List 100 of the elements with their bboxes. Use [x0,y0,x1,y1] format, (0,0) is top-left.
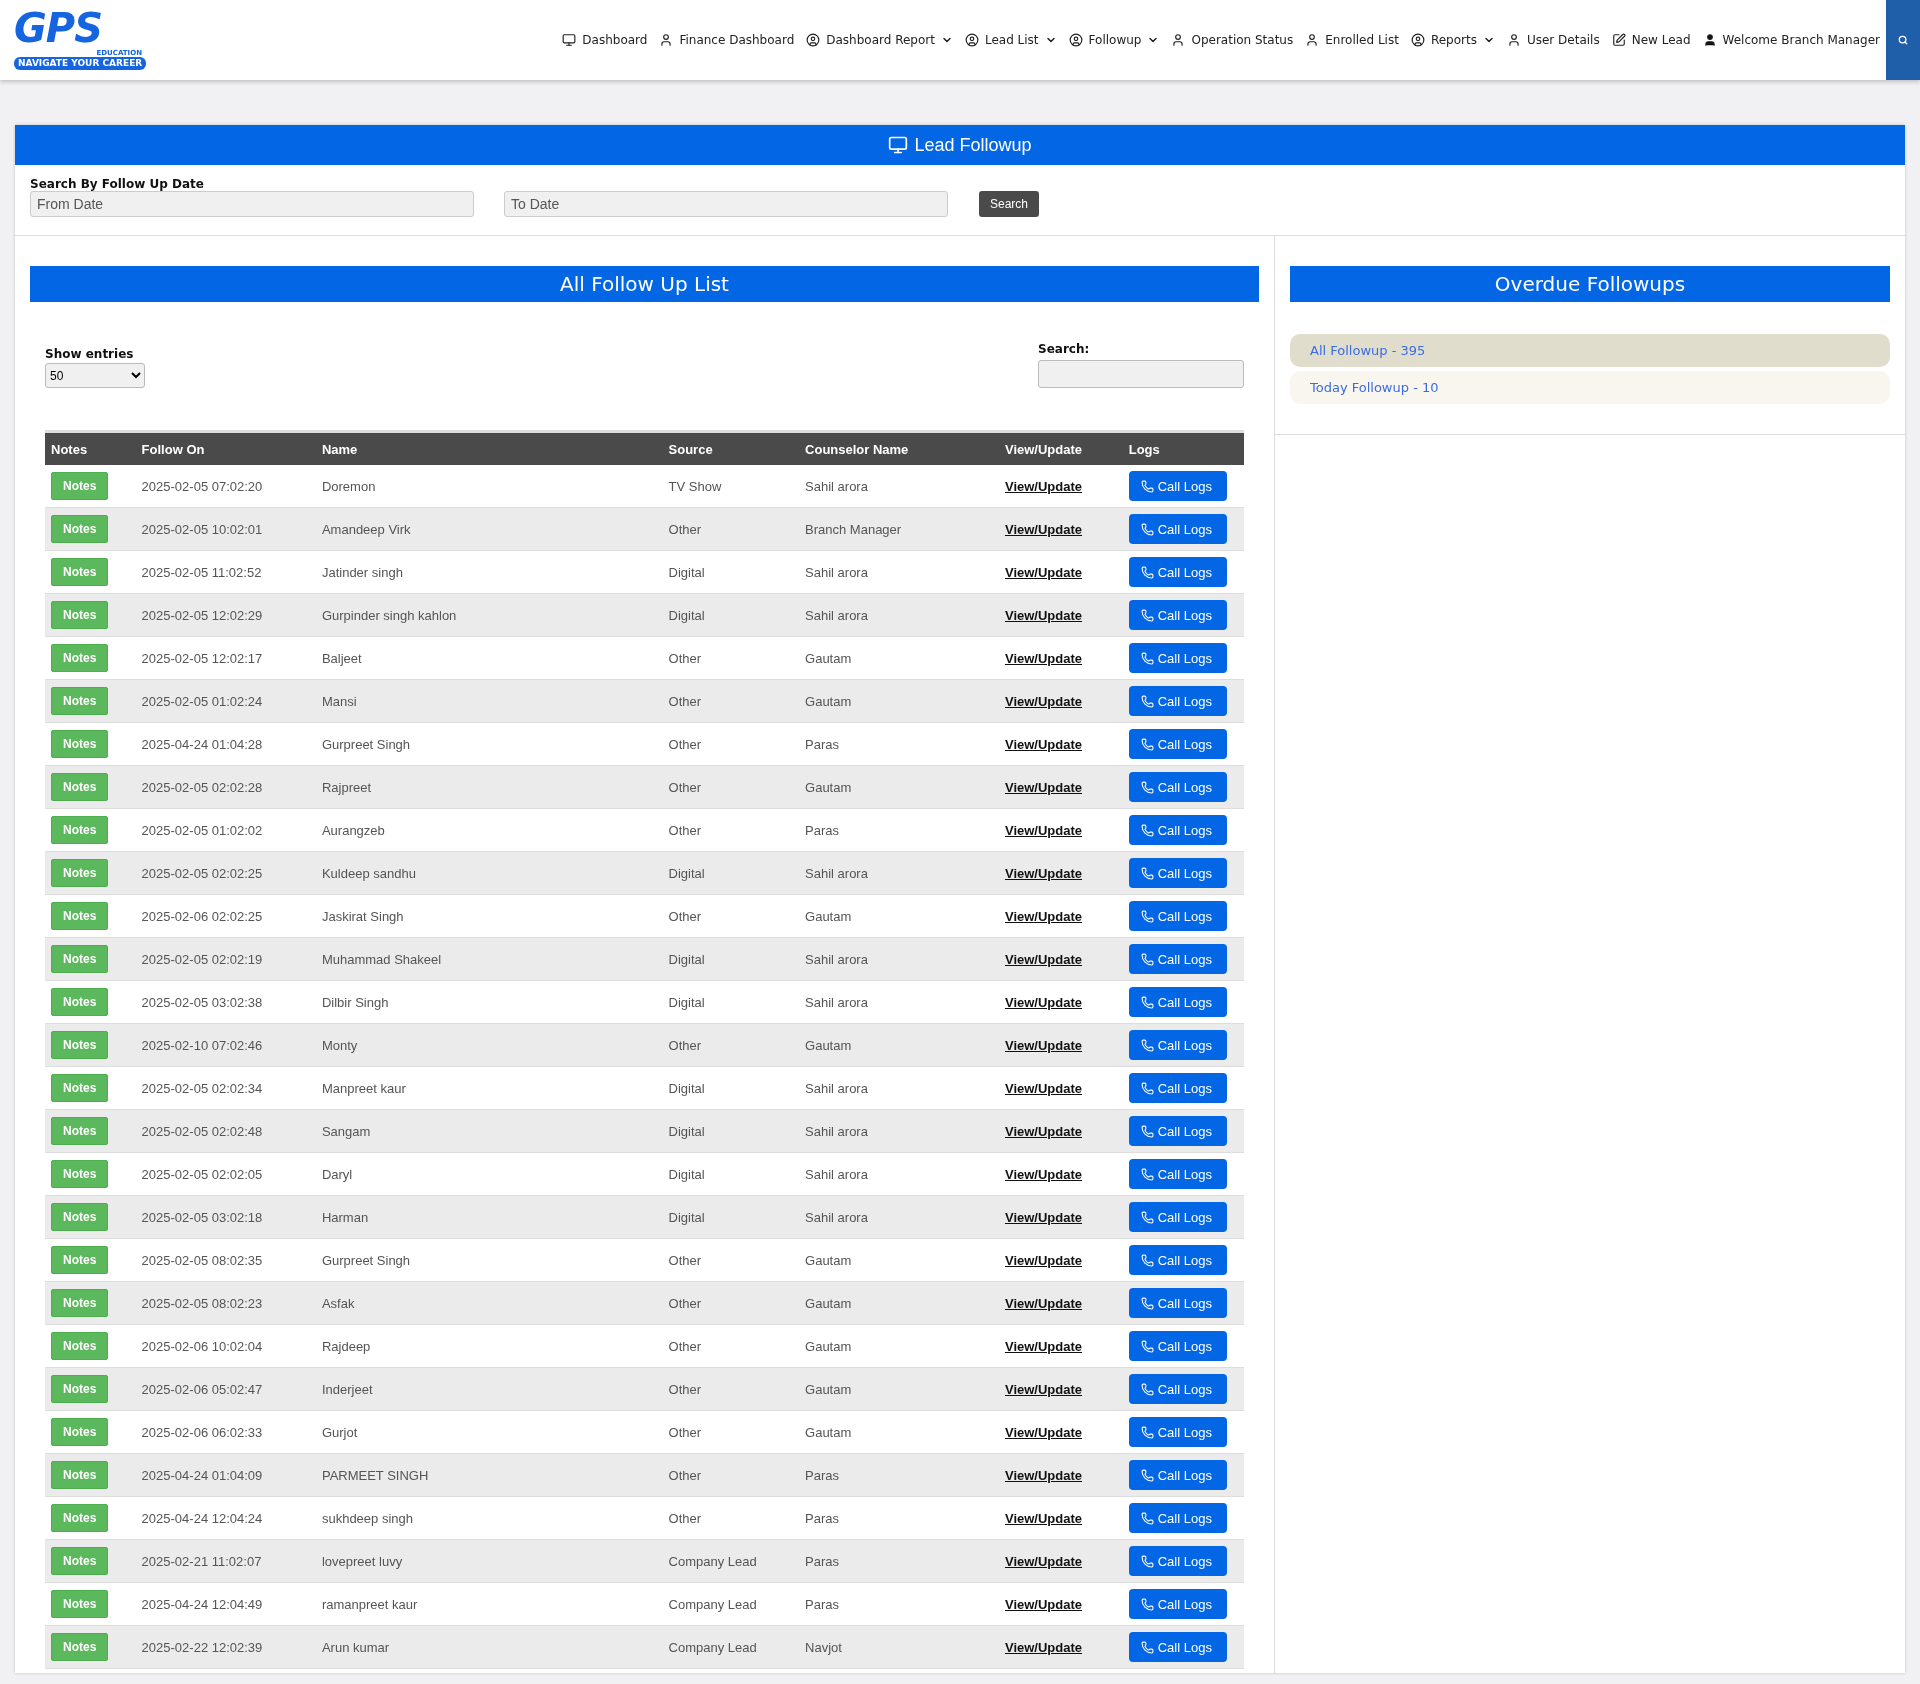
view-update-link[interactable]: View/Update [1004,908,1083,924]
search-button[interactable] [1886,0,1920,80]
call-logs-button[interactable]: Call Logs [1128,1030,1227,1060]
nav-link[interactable]: Enrolled List [1305,33,1399,47]
phone-icon [1140,1640,1154,1654]
view-update-link[interactable]: View/Update [1004,1166,1083,1182]
view-update-link[interactable]: View/Update [1004,1381,1083,1397]
view-update-link[interactable]: View/Update [1004,865,1083,881]
nav-link[interactable]: Dashboard Report [806,33,953,47]
table-cell: 2025-02-05 08:02:23 [135,1281,316,1325]
view-update-link[interactable]: View/Update [1004,478,1083,494]
search-field[interactable] [1038,360,1244,388]
nav-link[interactable]: Dashboard [562,33,648,47]
call-logs-button[interactable]: Call Logs [1128,471,1227,501]
view-update-link[interactable]: View/Update [1004,650,1083,666]
followup-filter[interactable]: All Followup - 395 [1290,334,1890,367]
call-logs-button[interactable]: Call Logs [1128,987,1227,1017]
table-cell: Daryl [315,1152,663,1196]
table-cell: 2025-04-24 01:04:28 [135,722,316,766]
phone-icon [1140,1425,1154,1439]
search-label: Search: [1038,342,1091,356]
call-logs-button[interactable]: Call Logs [1128,1245,1227,1275]
view-update-link[interactable]: View/Update [1004,693,1083,709]
view-update-link[interactable]: View/Update [1004,1252,1083,1268]
view-update-link[interactable]: View/Update [1004,1424,1083,1440]
nav-link[interactable]: New Lead [1611,33,1691,47]
call-logs-button[interactable]: Call Logs [1128,729,1227,759]
call-logs-button[interactable]: Call Logs [1128,1546,1227,1576]
view-update-link[interactable]: View/Update [1004,994,1083,1010]
call-logs-button[interactable]: Call Logs [1128,1159,1227,1189]
date-search-label: Search By Follow Up Date [30,177,205,191]
view-update-link[interactable]: View/Update [1004,1123,1083,1139]
call-logs-button[interactable]: Call Logs [1128,1288,1227,1318]
nav-link[interactable]: User Details [1506,33,1600,47]
table-cell: Other [662,1324,800,1368]
view-update-link[interactable]: View/Update [1004,1209,1083,1225]
view-update-link[interactable]: View/Update [1004,951,1083,967]
view-update-link[interactable]: View/Update [1004,1596,1083,1612]
table-cell: Jaskirat Singh [315,894,663,938]
call-logs-button[interactable]: Call Logs [1128,1503,1227,1533]
from-date-field[interactable]: From Date [30,191,474,217]
call-logs-button[interactable]: Call Logs [1128,901,1227,931]
table-cell: 2025-02-05 02:02:05 [135,1152,316,1196]
call-logs-button[interactable]: Call Logs [1128,686,1227,716]
call-logs-button[interactable]: Call Logs [1128,1202,1227,1232]
call-logs-button[interactable]: Call Logs [1128,944,1227,974]
call-logs-button[interactable]: Call Logs [1128,514,1227,544]
call-logs-button[interactable]: Call Logs [1128,815,1227,845]
nav-link[interactable]: Finance Dashboard [659,33,795,47]
nav-link[interactable]: Lead List [964,33,1057,47]
column-header: Notes [45,431,136,465]
call-logs-button[interactable]: Call Logs [1128,600,1227,630]
table-cell: Digital [662,1195,800,1239]
nav-link[interactable]: Operation Status [1171,33,1294,47]
call-logs-button[interactable]: Call Logs [1128,1374,1227,1404]
call-logs-button[interactable]: Call Logs [1128,1417,1227,1447]
overdue-title: Overdue Followups [1290,266,1890,302]
call-logs-button[interactable]: Call Logs [1128,1073,1227,1103]
view-update-link[interactable]: View/Update [1004,1510,1083,1526]
view-update-link[interactable]: View/Update [1004,1639,1083,1655]
view-update-link[interactable]: View/Update [1004,607,1083,623]
view-update-link[interactable]: View/Update [1004,1080,1083,1096]
to-date-field[interactable]: To Date [504,191,948,217]
view-update-link[interactable]: View/Update [1004,1338,1083,1354]
call-logs-button[interactable]: Call Logs [1128,1589,1227,1619]
search-button[interactable]: Search [979,191,1040,217]
view-update-link[interactable]: View/Update [1004,1467,1083,1483]
followup-filter[interactable]: Today Followup - 10 [1290,371,1890,404]
table-cell: Rajpreet [315,765,663,809]
column-header: Logs [1122,431,1244,465]
table-cell: Other [662,636,800,680]
table-cell: Digital [662,550,800,594]
phone-icon [1140,1210,1154,1224]
call-logs-button[interactable]: Call Logs [1128,772,1227,802]
call-logs-button[interactable]: Call Logs [1128,643,1227,673]
call-logs-button[interactable]: Call Logs [1128,858,1227,888]
nav-link[interactable]: Reports [1410,33,1495,47]
user-icon [1305,33,1320,47]
nav-link[interactable]: Welcome Branch Manager [1702,33,1880,47]
view-update-link[interactable]: View/Update [1004,1553,1083,1569]
view-update-link[interactable]: View/Update [1004,521,1083,537]
nav-link[interactable]: Followup [1068,33,1160,47]
phone-icon [1140,737,1154,751]
table-cell: 2025-02-06 02:02:25 [135,894,316,938]
view-update-link[interactable]: View/Update [1004,779,1083,795]
table-cell: Gurjot [315,1410,663,1454]
call-logs-button[interactable]: Call Logs [1128,1116,1227,1146]
table-cell: 2025-04-24 01:04:09 [135,1453,316,1497]
call-logs-button[interactable]: Call Logs [1128,557,1227,587]
view-update-link[interactable]: View/Update [1004,822,1083,838]
call-logs-button[interactable]: Call Logs [1128,1460,1227,1490]
call-logs-button[interactable]: Call Logs [1128,1331,1227,1361]
view-update-link[interactable]: View/Update [1004,736,1083,752]
view-update-link[interactable]: View/Update [1004,1037,1083,1053]
phone-icon [1140,1468,1154,1482]
call-logs-button[interactable]: Call Logs [1128,1632,1227,1662]
view-update-link[interactable]: View/Update [1004,564,1083,580]
entries-select[interactable]: 50 [45,363,145,388]
table-cell: 2025-02-21 11:02:07 [135,1539,316,1583]
view-update-link[interactable]: View/Update [1004,1295,1083,1311]
